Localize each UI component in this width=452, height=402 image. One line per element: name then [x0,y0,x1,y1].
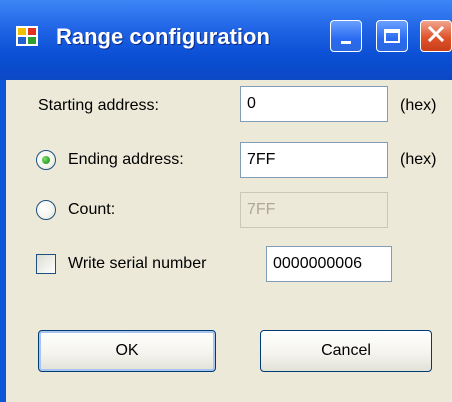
ending-address-hex-suffix: (hex) [400,151,437,168]
cancel-button[interactable]: Cancel [260,330,432,372]
maximize-icon [384,29,400,43]
ending-address-radio-dot [42,156,50,164]
close-icon [427,25,445,47]
dialog-body: Starting address: 0 (hex) Ending address… [6,80,452,402]
starting-address-label: Starting address: [38,97,159,114]
count-input: 7FF [240,192,388,228]
starting-address-hex-suffix: (hex) [400,97,437,114]
dialog-window: Range configuration Starting address: 0 … [0,0,452,402]
window-title: Range configuration [56,24,270,49]
minimize-button[interactable] [330,20,362,52]
ending-address-label: Ending address: [68,151,184,168]
maximize-button[interactable] [376,20,408,52]
count-radio[interactable] [36,200,56,220]
ok-button[interactable]: OK [38,330,216,372]
minimize-icon [341,40,351,44]
ending-address-input[interactable]: 7FF [240,142,388,178]
close-button[interactable] [420,20,452,52]
window-app-icon [16,26,38,46]
ending-address-radio[interactable] [36,150,56,170]
write-serial-number-label: Write serial number [68,255,207,272]
starting-address-input[interactable]: 0 [240,86,388,122]
write-serial-number-checkbox[interactable] [36,254,56,274]
serial-number-input[interactable]: 0000000006 [266,246,392,282]
count-label: Count: [68,201,116,218]
title-bar[interactable]: Range configuration [0,0,452,80]
